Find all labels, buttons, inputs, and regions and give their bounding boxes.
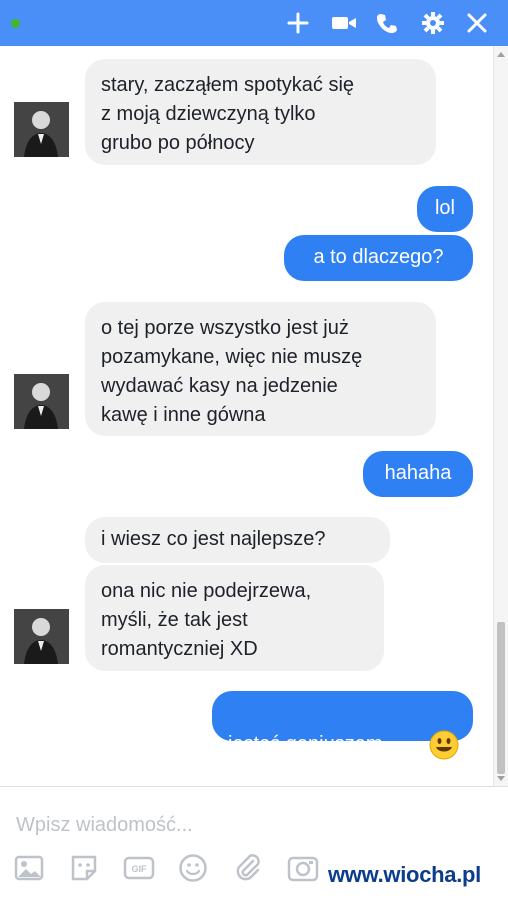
message-bubble-received: i wiesz co jest najlepsze? [85, 517, 390, 563]
message-thread: stary, zacząłem spotykać się z moją dzie… [0, 46, 508, 786]
message-bubble-sent: a to dlaczego? [284, 235, 473, 281]
message-bubble-received: stary, zacząłem spotykać się z moją dzie… [85, 59, 436, 165]
scroll-down-arrow-icon[interactable] [497, 776, 505, 781]
avatar[interactable] [14, 102, 69, 157]
avatar[interactable] [14, 374, 69, 429]
camera-icon[interactable] [286, 851, 320, 885]
gif-icon[interactable]: GIF [122, 851, 156, 885]
smiley-emoji-icon [429, 701, 459, 769]
phone-icon[interactable] [372, 8, 402, 38]
video-call-icon[interactable] [329, 8, 359, 38]
message-bubble-received: ona nic nie podejrzewa, myśli, że tak je… [85, 565, 384, 671]
message-bubble-received: o tej porze wszystko jest już pozamykane… [85, 302, 436, 436]
svg-text:GIF: GIF [132, 864, 148, 874]
image-icon[interactable] [12, 851, 46, 885]
gear-icon[interactable] [418, 8, 448, 38]
add-icon[interactable] [283, 8, 313, 38]
close-icon[interactable] [462, 8, 492, 38]
scrollbar-thumb[interactable] [497, 622, 505, 774]
message-bubble-sent: lol [417, 186, 473, 232]
chat-header [0, 0, 508, 46]
emoji-icon[interactable] [176, 851, 210, 885]
scroll-up-arrow-icon[interactable] [497, 52, 505, 57]
message-text: jesteś geniuszem [228, 733, 383, 755]
sticker-icon[interactable] [67, 851, 101, 885]
watermark: www.wiocha.pl [328, 862, 481, 887]
attachment-icon[interactable] [231, 851, 265, 885]
message-bubble-sent: hahaha [363, 451, 473, 497]
avatar[interactable] [14, 609, 69, 664]
message-bubble-sent: jesteś geniuszem [212, 691, 473, 760]
message-input[interactable] [14, 809, 438, 841]
online-status-dot [11, 19, 20, 28]
